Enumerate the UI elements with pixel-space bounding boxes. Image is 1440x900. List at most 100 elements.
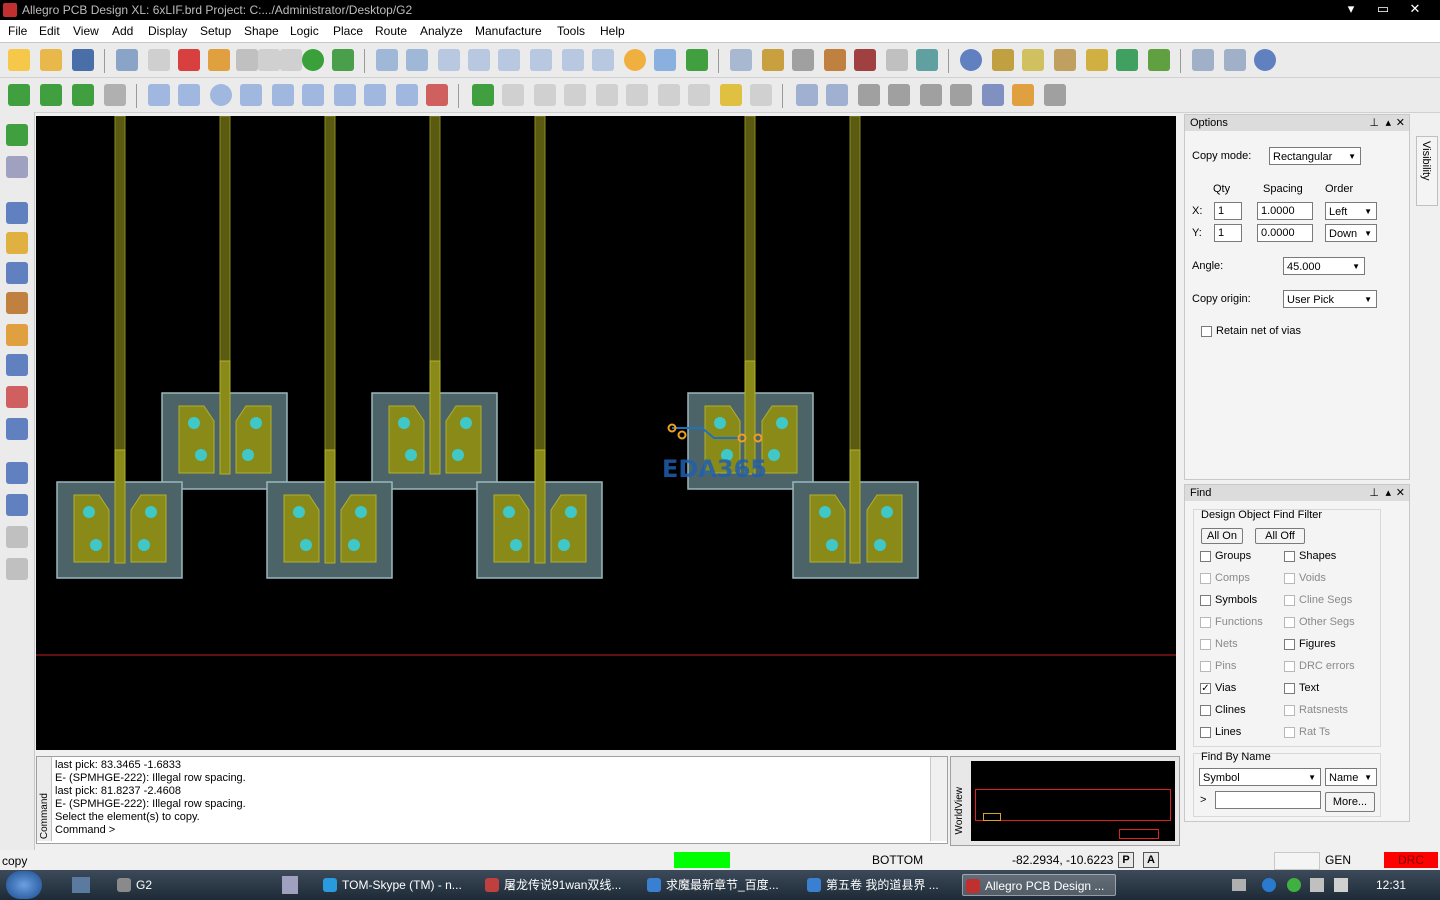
dimension-environment-icon[interactable] [472, 84, 494, 106]
label-icon[interactable] [950, 84, 972, 106]
minimize-button[interactable]: ▾ [1340, 0, 1362, 18]
add-connect-icon[interactable] [6, 202, 28, 224]
pin-icon[interactable]: ⊥ [1369, 485, 1379, 501]
network-icon[interactable] [1310, 878, 1324, 892]
clock[interactable]: 12:31 [1376, 878, 1406, 892]
menu-analyze[interactable]: Analyze [420, 24, 463, 38]
find-filter-checkbox[interactable] [1284, 639, 1295, 650]
pin-icon[interactable] [332, 49, 354, 71]
place-replicate-icon[interactable] [72, 84, 94, 106]
flip-design-icon[interactable] [686, 49, 708, 71]
window-tile-icon[interactable] [1192, 49, 1214, 71]
zoom-previous-icon[interactable] [562, 49, 584, 71]
find-by-name-type-select[interactable]: Symbol ▼ [1199, 768, 1321, 786]
copy-mode-select[interactable]: Rectangular ▼ [1269, 147, 1361, 165]
zoom-fit-icon[interactable] [468, 49, 490, 71]
tray-shield-icon[interactable] [1287, 878, 1301, 892]
component-u2[interactable] [161, 360, 288, 490]
keyboard-icon[interactable] [1232, 879, 1246, 891]
menu-edit[interactable]: Edit [39, 24, 60, 38]
u1-symbol-icon[interactable] [6, 156, 28, 178]
visibility-tab[interactable]: Visibility [1416, 136, 1438, 206]
find-by-name-mode-select[interactable]: Name ▼ [1325, 768, 1377, 786]
highlight-icon[interactable] [1054, 49, 1076, 71]
start-button[interactable] [6, 871, 42, 899]
close-button[interactable]: ✕ [1404, 0, 1426, 18]
angular-dimension-icon[interactable] [596, 84, 618, 106]
padstack-editor-icon[interactable] [858, 84, 880, 106]
taskbar-item-skype[interactable]: TOM-Skype (TM) - n... [320, 874, 476, 896]
y-spacing-input[interactable]: 0.0000 [1257, 224, 1313, 242]
dehighlight-icon[interactable] [1086, 49, 1108, 71]
find-filter-checkbox[interactable] [1284, 705, 1295, 716]
undo-icon[interactable] [208, 49, 230, 71]
media-icon[interactable] [282, 876, 298, 894]
route-icon[interactable] [6, 386, 28, 408]
rats-icon[interactable] [406, 49, 428, 71]
taskbar-item-game[interactable]: 屠龙传说91wan双线... [482, 874, 638, 896]
shadow-mode-icon[interactable] [824, 49, 846, 71]
leader-line-icon[interactable] [626, 84, 648, 106]
array-icon[interactable] [1044, 84, 1066, 106]
constraint-manager-icon[interactable] [854, 49, 876, 71]
menu-tools[interactable]: Tools [557, 24, 585, 38]
taskbar-item-g2[interactable]: G2 [114, 874, 264, 896]
taskbar-item-ie2[interactable]: 第五卷 我的道县界 ... [804, 874, 960, 896]
edit-text-icon[interactable] [6, 558, 28, 580]
vertex-icon[interactable] [6, 324, 28, 346]
cancel-icon[interactable] [302, 49, 324, 71]
layer-visibility-icon[interactable] [792, 49, 814, 71]
find-filter-checkbox[interactable] [1200, 617, 1211, 628]
y-qty-input[interactable]: 1 [1214, 224, 1242, 242]
placement-icon[interactable] [6, 124, 28, 146]
restore-button[interactable]: ▭ [1372, 0, 1394, 18]
find-filter-checkbox[interactable] [1284, 683, 1295, 694]
taskbar-item-allegro[interactable]: Allegro PCB Design ... [962, 874, 1116, 896]
change-shape-type-icon[interactable] [364, 84, 386, 106]
zoom-out-icon[interactable] [530, 49, 552, 71]
zoom-points-icon[interactable] [438, 49, 460, 71]
redo-icon[interactable] [258, 49, 280, 71]
new-file-icon[interactable] [8, 49, 30, 71]
slide-icon[interactable] [6, 232, 28, 254]
reports-icon[interactable] [1116, 49, 1138, 71]
renumber-icon[interactable] [920, 84, 942, 106]
unrats-icon[interactable] [376, 49, 398, 71]
find-filter-checkbox[interactable] [1284, 551, 1295, 562]
mirror-icon[interactable] [982, 84, 1004, 106]
spreadsheet-icon[interactable] [886, 49, 908, 71]
library-icon[interactable] [826, 84, 848, 106]
find-filter-checkbox[interactable] [1284, 727, 1295, 738]
edit-boundary-icon[interactable] [302, 84, 324, 106]
diametral-dimension-icon[interactable] [688, 84, 710, 106]
3d-view-icon[interactable] [654, 49, 676, 71]
point-entry-button[interactable]: P [1118, 852, 1134, 868]
pin-icon[interactable]: ⊥ [1369, 115, 1379, 131]
shape-rectangle-icon[interactable] [178, 84, 200, 106]
x-qty-input[interactable]: 1 [1214, 202, 1242, 220]
angle-select[interactable]: 45.000 ▼ [1283, 257, 1365, 275]
custom-smooth-icon[interactable] [6, 292, 28, 314]
odb-out-icon[interactable] [796, 84, 818, 106]
dfa-icon[interactable] [916, 49, 938, 71]
menu-shape[interactable]: Shape [244, 24, 279, 38]
find-filter-checkbox[interactable]: ✓ [1200, 683, 1211, 694]
zoom-in-icon[interactable] [498, 49, 520, 71]
menu-place[interactable]: Place [333, 24, 363, 38]
fanout-icon[interactable] [6, 354, 28, 376]
find-filter-checkbox[interactable] [1200, 595, 1211, 606]
menu-add[interactable]: Add [112, 24, 133, 38]
open-folder-icon[interactable] [40, 49, 62, 71]
worldview-canvas[interactable] [971, 761, 1175, 841]
tray-k-icon[interactable] [1262, 878, 1276, 892]
all-on-button[interactable]: All On [1201, 528, 1243, 544]
snap-icon[interactable] [1012, 84, 1034, 106]
absolute-mode-button[interactable]: A [1143, 852, 1159, 868]
info-icon[interactable] [960, 49, 982, 71]
find-filter-checkbox[interactable] [1200, 573, 1211, 584]
find-filter-checkbox[interactable] [1284, 661, 1295, 672]
copy-origin-select[interactable]: User Pick ▼ [1283, 290, 1377, 308]
menu-help[interactable]: Help [600, 24, 625, 38]
camera-icon[interactable] [888, 84, 910, 106]
y-order-select[interactable]: Down ▼ [1325, 224, 1377, 242]
